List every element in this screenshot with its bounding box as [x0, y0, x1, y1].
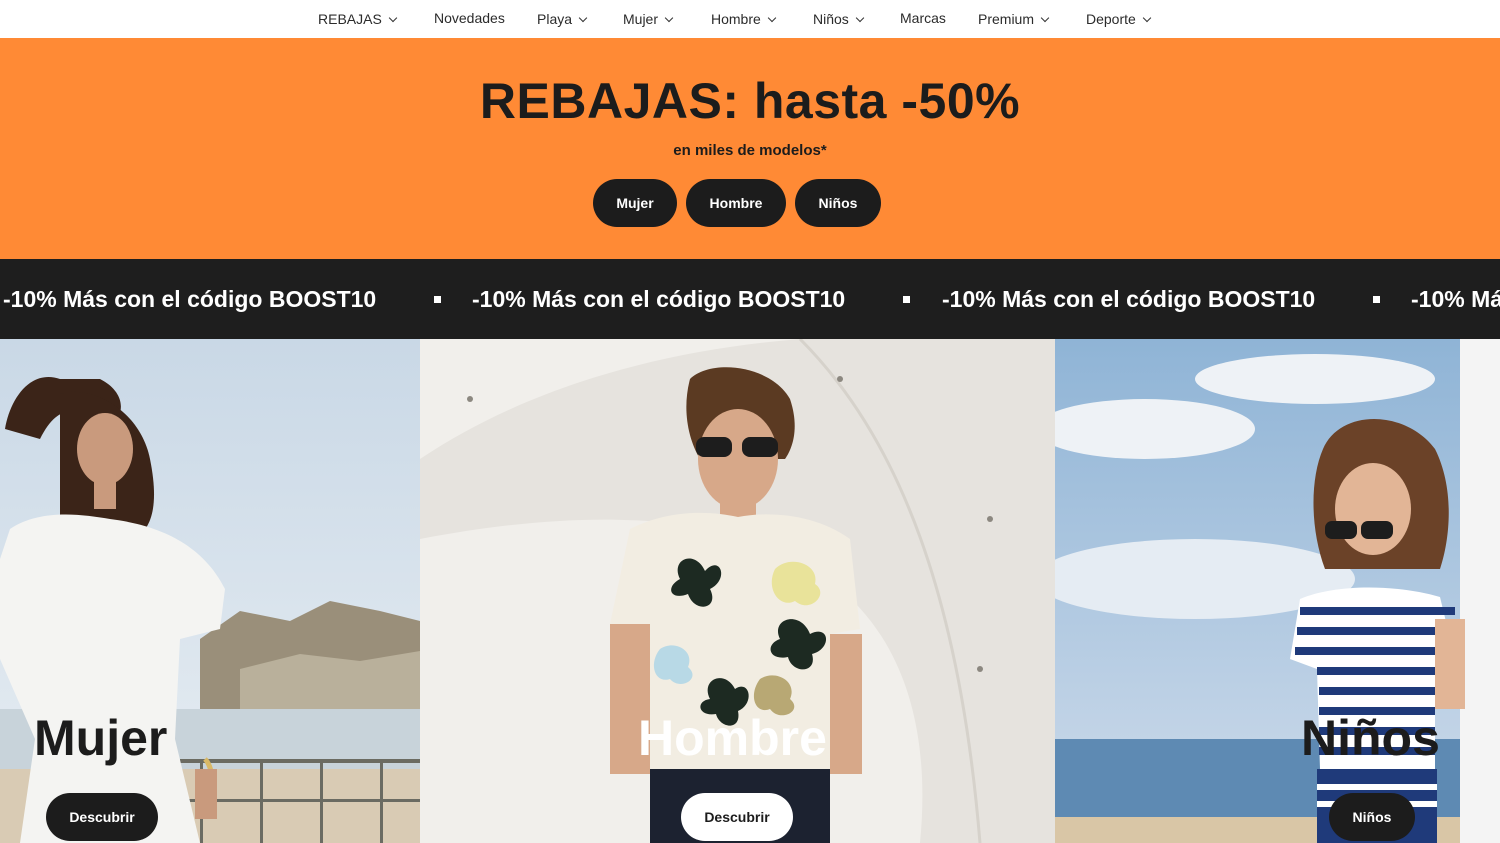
nav-item-premium[interactable]: Premium: [978, 11, 1050, 27]
nav-item-label: REBAJAS: [318, 11, 382, 27]
nav-item-mujer[interactable]: Mujer: [623, 11, 674, 27]
hero-button-ninos[interactable]: Niños: [795, 179, 881, 227]
nav-item-label: Marcas: [900, 10, 946, 26]
hero-button-hombre[interactable]: Hombre: [686, 179, 786, 227]
panel-title: Mujer: [34, 710, 168, 766]
ticker-item: -10% Más con el código BOOST10: [472, 286, 846, 312]
promo-ticker: -10% Más con el código BOOST10 -10% Más …: [0, 259, 1500, 339]
hombre-photo: [420, 339, 1055, 843]
discover-button-ninos[interactable]: Niños: [1329, 793, 1415, 841]
ninos-photo: [1055, 339, 1500, 843]
hero-title: REBAJAS: hasta -50%: [479, 73, 1021, 129]
square-bullet-icon: [434, 296, 441, 303]
nav-item-label: Premium: [978, 11, 1035, 27]
chevron-down-icon: [1040, 13, 1050, 22]
panel-title: Niños: [1301, 710, 1440, 766]
nav-item-label: Mujer: [623, 11, 659, 27]
square-bullet-icon: [903, 296, 910, 303]
chevron-down-icon: [664, 13, 674, 22]
nav-item-rebajas[interactable]: REBAJAS: [318, 11, 398, 27]
chevron-down-icon: [388, 13, 398, 22]
nav-item-label: Playa: [537, 11, 573, 27]
sale-hero-banner: REBAJAS: hasta -50% en miles de modelos*…: [0, 38, 1500, 259]
category-panel-hombre[interactable]: Hombre Descubrir: [420, 339, 1055, 843]
discover-button-hombre[interactable]: Descubrir: [681, 793, 793, 841]
nav-item-deporte[interactable]: Deporte: [1086, 11, 1152, 27]
nav-item-label: Niños: [813, 11, 849, 27]
hero-subtitle: en miles de modelos*: [673, 142, 827, 159]
ticker-item: -10% Más con el código BOOST10: [3, 286, 377, 312]
ticker-item: -10% Más con el código BOOST10: [942, 286, 1316, 312]
chevron-down-icon: [1142, 13, 1152, 22]
nav-item-ninos[interactable]: Niños: [813, 11, 865, 27]
category-panel-mujer[interactable]: Mujer Descubrir: [0, 339, 420, 843]
category-panel-ninos[interactable]: Niños Niños: [1055, 339, 1500, 843]
mujer-photo: [0, 339, 420, 843]
hero-button-mujer[interactable]: Mujer: [593, 179, 677, 227]
top-navigation: REBAJAS Novedades Playa Mujer Hombre Niñ…: [0, 0, 1500, 38]
nav-item-marcas[interactable]: Marcas: [900, 10, 946, 26]
nav-item-novedades[interactable]: Novedades: [434, 10, 505, 26]
nav-item-hombre[interactable]: Hombre: [711, 11, 777, 27]
nav-item-playa[interactable]: Playa: [537, 11, 588, 27]
panel-title: Hombre: [638, 710, 827, 766]
nav-item-label: Novedades: [434, 10, 505, 26]
chevron-down-icon: [767, 13, 777, 22]
chevron-down-icon: [855, 13, 865, 22]
chevron-down-icon: [578, 13, 588, 22]
square-bullet-icon: [1373, 296, 1380, 303]
discover-button-mujer[interactable]: Descubrir: [46, 793, 158, 841]
nav-item-label: Hombre: [711, 11, 761, 27]
nav-item-label: Deporte: [1086, 11, 1136, 27]
ticker-item: -10% Más con el código BOOST10: [1411, 286, 1500, 312]
